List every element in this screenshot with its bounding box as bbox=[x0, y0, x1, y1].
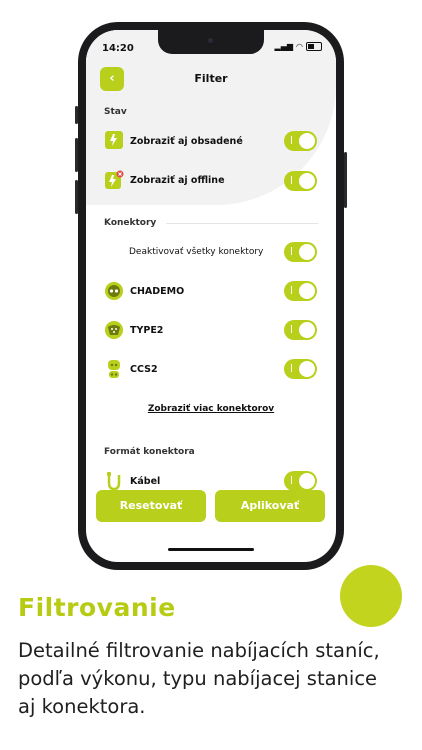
battery-icon bbox=[306, 42, 322, 51]
app-screen: 14:20 ▂▄▆ ◠ ‹ Filter Stav Zobraziť aj ob… bbox=[86, 30, 336, 562]
offline-toggle[interactable] bbox=[284, 171, 317, 191]
page-title: Filter bbox=[194, 72, 228, 85]
volume-up-button bbox=[75, 138, 78, 172]
type2-connector-icon bbox=[105, 321, 123, 339]
signal-icon: ▂▄▆ bbox=[274, 42, 294, 51]
section-title-format: Formát konektora bbox=[104, 447, 195, 457]
section-divider bbox=[166, 223, 318, 224]
section-title-konektory: Konektory bbox=[104, 218, 157, 228]
occupied-label: Zobraziť aj obsadené bbox=[130, 136, 243, 147]
ccs2-toggle[interactable] bbox=[284, 359, 317, 379]
power-button bbox=[344, 152, 347, 208]
decorative-circle bbox=[340, 565, 402, 627]
type2-toggle[interactable] bbox=[284, 320, 317, 340]
caption-title: Filtrovanie bbox=[18, 593, 176, 622]
apply-button[interactable]: Aplikovať bbox=[215, 490, 325, 522]
chademo-connector-icon bbox=[105, 282, 123, 300]
caption-text: Detailné filtrovanie nabíjacích staníc, … bbox=[18, 639, 380, 718]
offline-label: Zobraziť aj offline bbox=[130, 175, 225, 186]
deactivate-all-label: Deaktivovať všetky konektory bbox=[129, 247, 264, 257]
section-title-stav: Stav bbox=[104, 107, 127, 117]
occupied-toggle[interactable] bbox=[284, 131, 317, 151]
chademo-label: CHADEMO bbox=[130, 286, 185, 297]
charger-occupied-icon bbox=[105, 131, 123, 149]
type2-label: TYPE2 bbox=[130, 325, 164, 336]
cable-label: Kábel bbox=[130, 476, 161, 487]
wifi-icon: ◠ bbox=[296, 42, 303, 51]
cable-icon bbox=[107, 472, 121, 491]
cable-toggle[interactable] bbox=[284, 471, 317, 491]
status-icons: ▂▄▆ ◠ bbox=[275, 42, 322, 51]
reset-button[interactable]: Resetovať bbox=[96, 490, 206, 522]
deactivate-all-toggle[interactable] bbox=[284, 242, 317, 262]
ccs2-label: CCS2 bbox=[130, 364, 158, 375]
camera-notch bbox=[158, 30, 264, 54]
chademo-toggle[interactable] bbox=[284, 281, 317, 301]
ccs2-connector-icon bbox=[108, 360, 120, 378]
status-time: 14:20 bbox=[102, 43, 134, 54]
home-indicator bbox=[168, 548, 254, 551]
charger-offline-icon bbox=[105, 170, 124, 189]
volume-down-button bbox=[75, 180, 78, 214]
mute-switch bbox=[75, 106, 78, 124]
show-more-connectors-link[interactable]: Zobraziť viac konektorov bbox=[86, 404, 336, 414]
